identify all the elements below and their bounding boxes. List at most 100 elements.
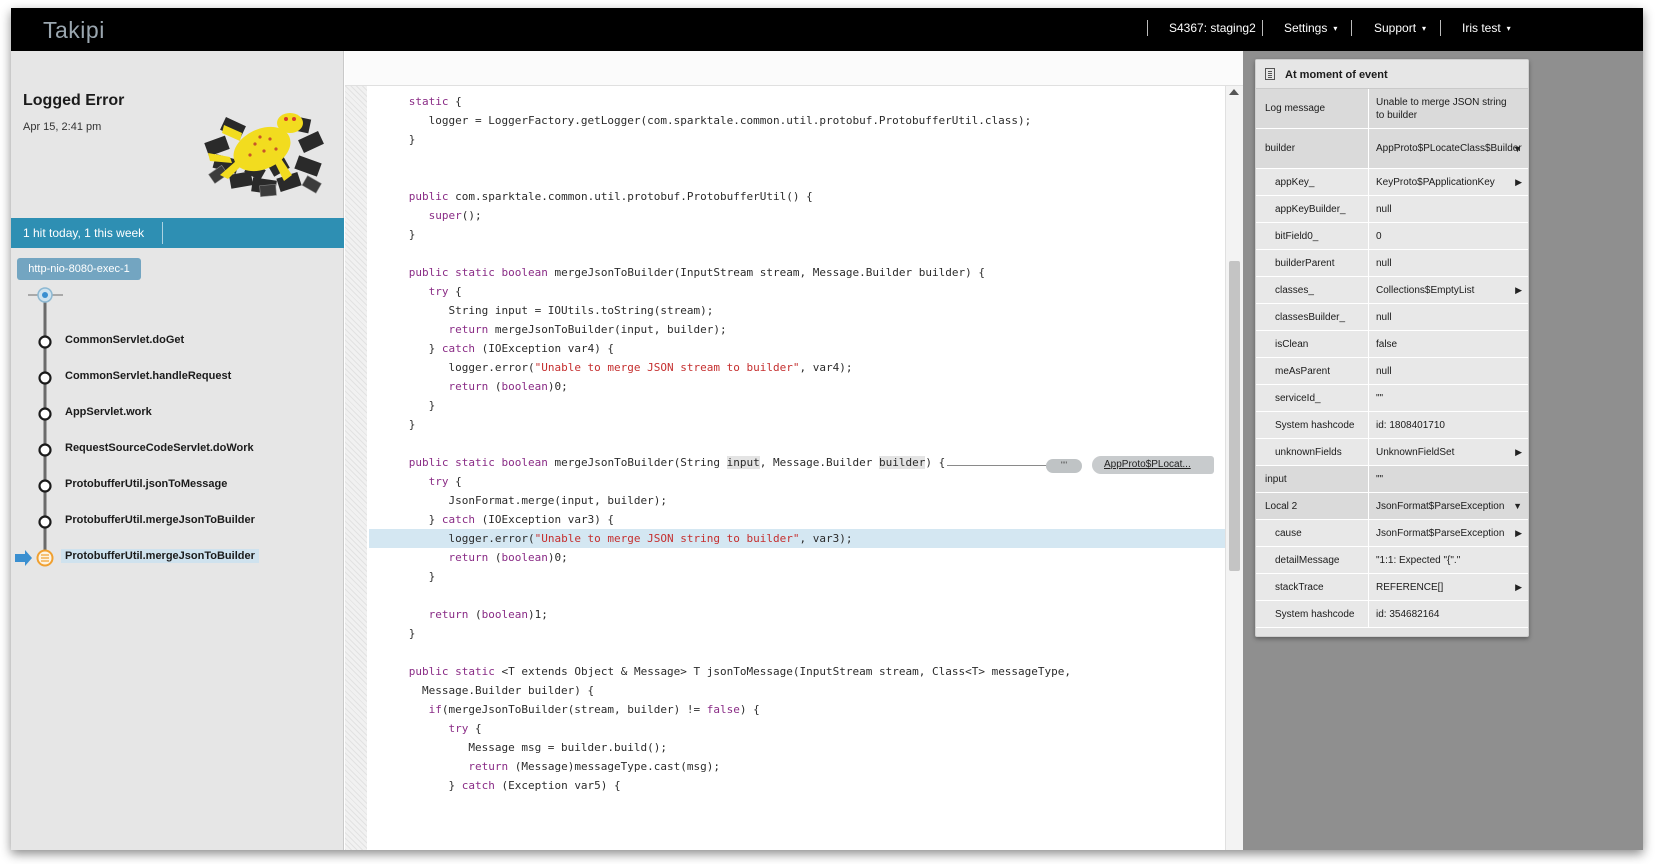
code-line: Message msg = builder.build(); [369, 741, 668, 754]
variable-row[interactable]: stackTrace REFERENCE[] ▶ [1256, 574, 1528, 601]
column-divider [1368, 331, 1369, 357]
code-gutter [345, 86, 367, 850]
column-divider [1368, 574, 1369, 600]
variable-row[interactable]: bitField0_ 0 [1256, 223, 1528, 250]
variable-row[interactable]: appKeyBuilder_ null [1256, 196, 1528, 223]
code-line: public static boolean mergeJsonToBuilder… [408, 266, 985, 279]
stack-frame[interactable]: ProtobufferUtil.mergeJsonToBuilder [65, 514, 255, 526]
code-line: return (Message)messageType.cast(msg); [468, 760, 721, 773]
expand-right-icon[interactable]: ▶ [1515, 520, 1522, 546]
code-line: public static <T extends Object & Messag… [408, 665, 1072, 678]
code-line: JsonFormat.merge(input, builder); [369, 494, 668, 507]
variable-row[interactable]: appKey_ KeyProto$PApplicationKey ▶ [1256, 169, 1528, 196]
variable-value: "" [1376, 392, 1384, 404]
settings-label: Settings [1284, 21, 1328, 35]
expand-right-icon[interactable]: ▶ [1515, 169, 1522, 195]
column-divider [1368, 304, 1369, 330]
column-divider [1368, 601, 1369, 627]
code-line: } [369, 627, 416, 640]
variable-row[interactable]: System hashcode id: 354682164 [1256, 601, 1528, 628]
column-divider [1368, 385, 1369, 411]
variable-name: appKeyBuilder_ [1275, 203, 1346, 215]
support-menu[interactable]: Support ▾ [1374, 21, 1426, 35]
server-selector[interactable]: S4367: staging2 [1169, 21, 1256, 35]
variable-row[interactable]: Local 2 JsonFormat$ParseException ▼ [1256, 493, 1528, 520]
stack-frame-current[interactable]: ProtobufferUtil.mergeJsonToBuilder [61, 549, 259, 563]
hit-count-bar[interactable]: 1 hit today, 1 this week [11, 218, 344, 248]
column-divider [1368, 250, 1369, 276]
top-bar: Takipi S4367: staging2 Settings ▾ Support… [11, 8, 1643, 51]
settings-menu[interactable]: Settings ▾ [1284, 21, 1337, 35]
variable-row[interactable]: cause JsonFormat$ParseException ▶ [1256, 520, 1528, 547]
variable-row[interactable]: classesBuilder_ null [1256, 304, 1528, 331]
variable-row[interactable]: detailMessage "1:1: Expected "{"." [1256, 547, 1528, 574]
expand-down-icon[interactable]: ▼ [1513, 129, 1522, 168]
code-line: } catch (Exception var5) { [369, 779, 621, 792]
code-line: } [369, 133, 416, 146]
stack-frame[interactable]: CommonServlet.handleRequest [65, 370, 231, 382]
code-line: if(mergeJsonToBuilder(stream, builder) !… [428, 703, 760, 716]
code-line: } [369, 418, 416, 431]
variable-callout-input[interactable]: "" [1046, 459, 1082, 473]
variable-name: detailMessage [1275, 554, 1340, 566]
variable-name: input [1265, 473, 1287, 485]
expand-right-icon[interactable]: ▶ [1515, 574, 1522, 600]
thread-name-badge[interactable]: http-nio-8080-exec-1 [17, 258, 141, 280]
variable-value: null [1376, 257, 1392, 269]
code-line: logger.error("Unable to merge JSON strea… [369, 361, 853, 374]
column-divider [1368, 196, 1369, 222]
caret-down-icon: ▾ [1333, 24, 1338, 33]
stack-frame[interactable]: ProtobufferUtil.jsonToMessage [65, 478, 227, 490]
variable-row[interactable]: classes_ Collections$EmptyList ▶ [1256, 277, 1528, 304]
variable-callout-connector [947, 465, 1047, 466]
variable-row[interactable]: isClean false [1256, 331, 1528, 358]
variable-value: JsonFormat$ParseException [1376, 527, 1505, 539]
app-logo[interactable]: Takipi [43, 17, 105, 44]
expand-right-icon[interactable]: ▶ [1515, 439, 1522, 465]
variable-row[interactable]: input "" [1256, 466, 1528, 493]
variable-value: Collections$EmptyList [1376, 284, 1475, 296]
variable-row[interactable]: builderParent null [1256, 250, 1528, 277]
variable-row[interactable]: System hashcode id: 1808401710 [1256, 412, 1528, 439]
stack-frame[interactable]: AppServlet.work [65, 406, 152, 418]
variable-value: id: 354682164 [1376, 608, 1440, 620]
variable-value: null [1376, 311, 1392, 323]
variable-callout-builder[interactable]: AppProto$PLocat... [1092, 456, 1214, 474]
variable-value: id: 1808401710 [1376, 419, 1445, 431]
code-header-strip [345, 51, 1243, 86]
expand-down-icon[interactable]: ▼ [1513, 493, 1522, 519]
variable-value: null [1376, 203, 1392, 215]
variable-value: KeyProto$PApplicationKey [1376, 176, 1495, 188]
code-scrollbar[interactable] [1225, 86, 1243, 850]
variable-value: Unable to merge JSON string to builder [1376, 96, 1507, 121]
variable-value: 0 [1376, 230, 1382, 242]
variable-row[interactable]: meAsParent null [1256, 358, 1528, 385]
variable-row[interactable]: builder AppProto$PLocateClass$Builder ▼ [1256, 129, 1528, 169]
nav-separator [1147, 20, 1148, 36]
variable-name: builderParent [1275, 257, 1335, 269]
stack-frame[interactable]: RequestSourceCodeServlet.doWork [65, 442, 254, 454]
variable-name: isClean [1275, 338, 1309, 350]
variable-row[interactable]: unknownFields UnknownFieldSet ▶ [1256, 439, 1528, 466]
variable-name: bitField0_ [1275, 230, 1319, 242]
column-divider [1368, 223, 1369, 249]
stack-frame[interactable]: CommonServlet.doGet [65, 334, 184, 346]
column-divider [1368, 520, 1369, 546]
variable-row[interactable]: serviceId_ "" [1256, 385, 1528, 412]
code-line: return mergeJsonToBuilder(input, builder… [448, 323, 727, 336]
code-line: } catch (IOException var3) { [369, 513, 615, 526]
code-line: super(); [428, 209, 482, 222]
code-line: } [369, 570, 436, 583]
variable-name: cause [1275, 527, 1302, 539]
expand-right-icon[interactable]: ▶ [1515, 277, 1522, 303]
code-line: } catch (IOException var4) { [369, 342, 615, 355]
scroll-up-icon[interactable] [1229, 89, 1239, 95]
scrollbar-thumb[interactable] [1229, 261, 1240, 571]
log-icon [1265, 68, 1275, 80]
user-menu[interactable]: Iris test ▾ [1462, 21, 1511, 35]
variable-value: null [1376, 365, 1392, 377]
variable-row[interactable]: Log message Unable to merge JSON string t… [1256, 89, 1528, 129]
